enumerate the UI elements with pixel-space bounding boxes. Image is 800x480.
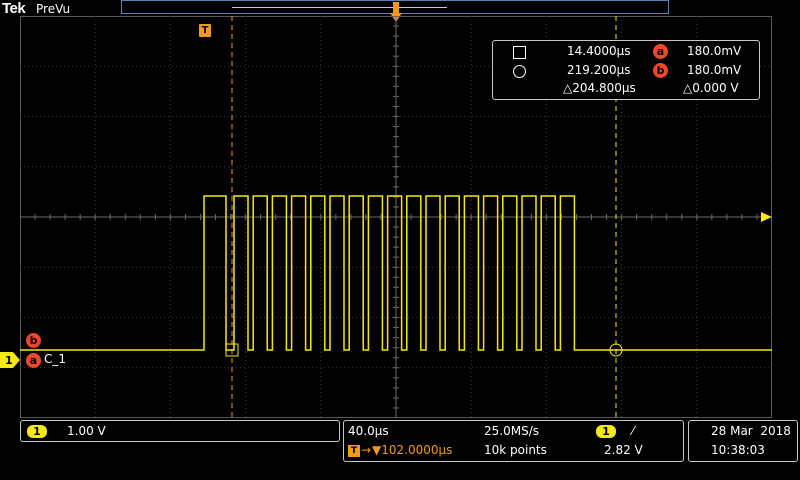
trigger-arrow-icon: → bbox=[361, 443, 372, 457]
sample-rate: 25.0MS/s bbox=[484, 424, 539, 438]
trigger-slope-icon: ⁄ bbox=[632, 424, 635, 438]
time: 10:38:03 bbox=[711, 443, 765, 457]
delta-time: △204.800µs bbox=[563, 81, 636, 95]
cursor-a-voltage: 180.0mV bbox=[687, 44, 742, 58]
channel-1-scale: 1.00 V bbox=[67, 424, 106, 438]
svg-text:1: 1 bbox=[5, 354, 13, 367]
trigger-position: ▼102.0000µs bbox=[372, 443, 453, 457]
time-per-division: 40.0µs bbox=[348, 424, 389, 438]
channel-1-ground-marker[interactable]: 1 bbox=[0, 352, 22, 368]
datetime-panel[interactable]: 28 Mar 2018 10:38:03 bbox=[688, 420, 798, 462]
cursor-b-level-badge: b bbox=[26, 333, 41, 348]
trigger-time-marker[interactable]: T bbox=[199, 24, 211, 37]
horizontal-trigger-panel[interactable]: 40.0µs 25.0MS/s 1 ⁄ T → ▼102.0000µs 10k … bbox=[343, 420, 684, 462]
cursor-a-level-badge: a bbox=[26, 353, 41, 368]
channel-1-badge: 1 bbox=[27, 425, 47, 438]
brand-logo: Tek bbox=[2, 0, 26, 17]
cursor-readout-panel[interactable]: 14.4000µs a 180.0mV 219.200µs b 180.0mV … bbox=[492, 40, 760, 100]
cursor-a-time: 14.4000µs bbox=[567, 44, 631, 58]
trigger-position-badge: T bbox=[348, 445, 360, 457]
acquisition-status: PreVu bbox=[36, 2, 71, 16]
status-bar: 1 1.00 V 40.0µs 25.0MS/s 1 ⁄ T → ▼102.00… bbox=[0, 418, 800, 480]
cursor-b-badge: b bbox=[653, 63, 668, 78]
channel-1-scale-panel[interactable]: 1 1.00 V bbox=[20, 420, 340, 442]
trigger-level: 2.82 V bbox=[604, 443, 643, 457]
trigger-level-icon bbox=[761, 212, 772, 222]
trigger-source-badge: 1 bbox=[596, 425, 616, 438]
cursor-a-badge: a bbox=[653, 44, 668, 59]
date: 28 Mar 2018 bbox=[711, 424, 791, 438]
cursor-b-voltage: 180.0mV bbox=[687, 63, 742, 77]
cursor-b-time: 219.200µs bbox=[567, 63, 631, 77]
record-view-window bbox=[232, 7, 447, 8]
square-cursor-icon bbox=[513, 46, 526, 59]
record-length: 10k points bbox=[484, 443, 547, 457]
circle-cursor-icon bbox=[513, 65, 526, 78]
delta-voltage: △0.000 V bbox=[683, 81, 739, 95]
channel-1-label: C_1 bbox=[44, 352, 67, 366]
